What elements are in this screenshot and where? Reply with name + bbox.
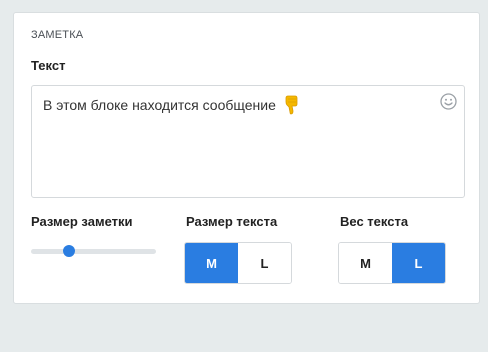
- note-settings-card: ЗАМЕТКА Текст В этом блоке находится соо…: [13, 12, 480, 304]
- note-size-label: Размер заметки: [31, 214, 133, 229]
- message-textarea[interactable]: В этом блоке находится сообщение: [31, 85, 465, 198]
- slider-track: [31, 249, 156, 254]
- text-weight-label: Вес текста: [340, 214, 409, 229]
- slider-handle[interactable]: [63, 245, 75, 257]
- section-title: ЗАМЕТКА: [31, 29, 84, 41]
- text-size-l-button[interactable]: L: [238, 243, 291, 283]
- text-size-toggle: M L: [184, 242, 292, 284]
- text-field-label: Текст: [31, 58, 66, 73]
- text-weight-l-button[interactable]: L: [392, 243, 445, 283]
- text-size-m-button[interactable]: M: [185, 243, 238, 283]
- text-size-label: Размер текста: [186, 214, 278, 229]
- message-content: В этом блоке находится сообщение: [43, 95, 299, 115]
- note-size-slider[interactable]: [31, 245, 156, 257]
- message-text: В этом блоке находится сообщение: [43, 97, 276, 113]
- text-weight-m-button[interactable]: M: [339, 243, 392, 283]
- text-weight-toggle: M L: [338, 242, 446, 284]
- thumbs-down-icon: [283, 95, 299, 115]
- smiley-icon[interactable]: [440, 93, 457, 110]
